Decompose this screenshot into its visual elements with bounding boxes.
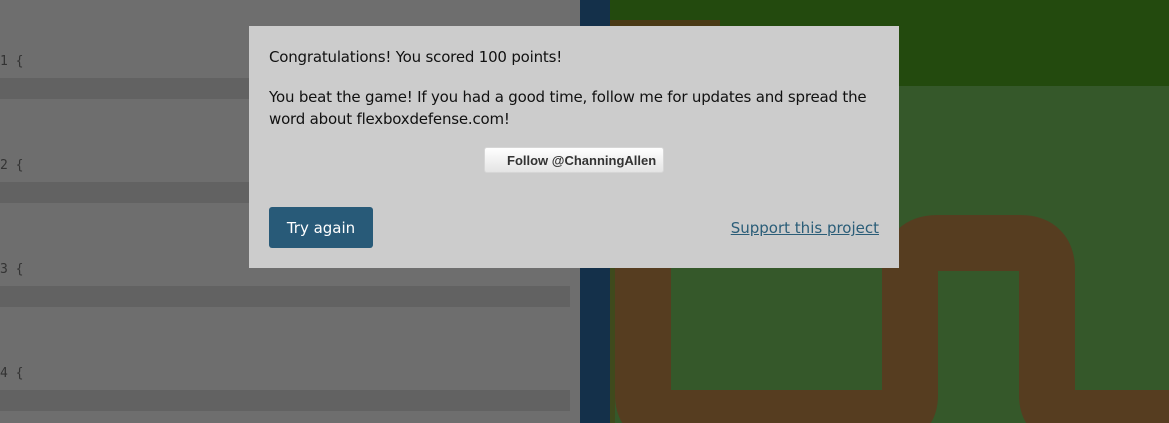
code-line: 2 { [0, 158, 24, 173]
win-message: You beat the game! If you had a good tim… [269, 88, 867, 128]
try-again-button[interactable]: Try again [269, 207, 373, 248]
code-line: 1 { [0, 54, 24, 69]
support-project-link[interactable]: Support this project [731, 219, 879, 237]
score-message: Congratulations! You scored 100 points! [269, 48, 563, 66]
css-input-field[interactable] [0, 286, 570, 307]
code-line: 4 { [0, 366, 24, 381]
game-over-modal: Congratulations! You scored 100 points! … [249, 26, 899, 268]
css-input-field[interactable] [0, 390, 570, 411]
enemy-path [615, 215, 1169, 423]
code-line: 3 { [0, 262, 24, 277]
follow-twitter-button[interactable]: Follow @ChanningAllen [484, 147, 664, 173]
game-screen: 1 { 2 { 3 { 4 {Congratulations! You sco… [0, 0, 1169, 423]
